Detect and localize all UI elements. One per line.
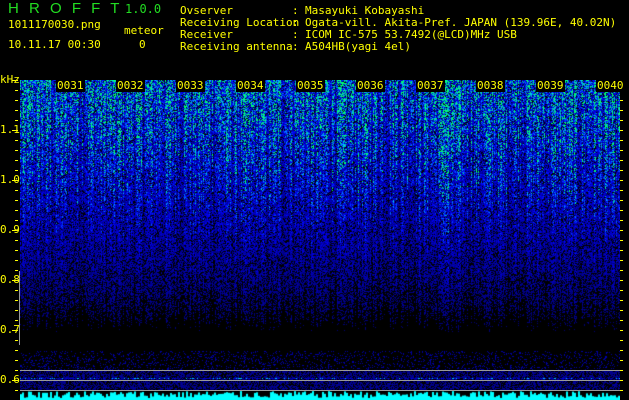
- axis-tick: [620, 270, 623, 271]
- axis-tick: [620, 300, 623, 301]
- axis-tick: [12, 230, 18, 231]
- time-label: 0037: [416, 79, 445, 92]
- axis-tick: [15, 200, 18, 201]
- datetime: 10.11.17 00:30: [8, 38, 101, 51]
- axis-tick: [15, 240, 18, 241]
- axis-tick: [620, 200, 623, 201]
- axis-tick: [620, 250, 623, 251]
- axis-tick: [620, 160, 623, 161]
- axis-tick: [15, 320, 18, 321]
- axis-tick: [620, 230, 623, 231]
- time-label: 0035: [296, 79, 325, 92]
- axis-tick: [620, 110, 623, 111]
- time-label: 0039: [536, 79, 565, 92]
- axis-tick: [620, 380, 623, 381]
- time-label: 0040: [596, 79, 625, 92]
- axis-tick: [15, 160, 18, 161]
- axis-tick: [15, 340, 18, 341]
- time-label: 0038: [476, 79, 505, 92]
- reference-line: [20, 390, 620, 391]
- meteor-label: meteor: [124, 24, 164, 37]
- axis-tick: [620, 190, 623, 191]
- axis-tick: [620, 210, 623, 211]
- axis-tick: [15, 190, 18, 191]
- axis-tick: [620, 280, 623, 281]
- axis-tick: [620, 340, 623, 341]
- info-value: A504HB(yagi 4el): [305, 40, 411, 53]
- axis-tick: [15, 350, 18, 351]
- time-label: 0031: [56, 79, 85, 92]
- info-label: Receiving antenna: [180, 40, 293, 53]
- hrofft-window: H R O F F T 1.0.0 1011170030.png 10.11.1…: [0, 0, 629, 400]
- axis-tick: [15, 310, 18, 311]
- axis-tick: [620, 320, 623, 321]
- axis-tick: [15, 100, 18, 101]
- axis-tick: [15, 210, 18, 211]
- axis-tick: [12, 330, 18, 331]
- axis-tick: [620, 240, 623, 241]
- spectrogram: [20, 80, 620, 400]
- axis-tick: [620, 350, 623, 351]
- axis-tick: [15, 90, 18, 91]
- axis-tick: [15, 360, 18, 361]
- axis-tick: [620, 360, 623, 361]
- axis-tick: [620, 220, 623, 221]
- axis-tick: [620, 290, 623, 291]
- time-label: 0033: [176, 79, 205, 92]
- axis-tick: [15, 220, 18, 221]
- axis-tick: [15, 290, 18, 291]
- axis-tick: [620, 140, 623, 141]
- app-version: 1.0.0: [125, 2, 162, 16]
- axis-tick: [15, 140, 18, 141]
- axis-tick: [15, 390, 18, 391]
- reference-line: [20, 370, 620, 371]
- axis-tick: [12, 180, 18, 181]
- axis-tick: [620, 130, 623, 131]
- time-label: 0032: [116, 79, 145, 92]
- info-colon: :: [292, 40, 299, 53]
- axis-tick: [12, 130, 18, 131]
- axis-tick: [12, 80, 18, 81]
- axis-tick: [15, 150, 18, 151]
- axis-tick: [620, 170, 623, 171]
- time-label: 0034: [236, 79, 265, 92]
- axis-tick: [12, 280, 18, 281]
- meteor-count: 0: [139, 38, 146, 51]
- axis-tick: [620, 390, 623, 391]
- time-label: 0036: [356, 79, 385, 92]
- axis-tick: [15, 270, 18, 271]
- axis-tick: [620, 370, 623, 371]
- axis-tick: [620, 120, 623, 121]
- reference-line: [20, 380, 620, 381]
- axis-tick: [12, 380, 18, 381]
- app-title: H R O F F T: [8, 0, 123, 17]
- axis-tick: [15, 120, 18, 121]
- axis-tick: [620, 260, 623, 261]
- axis-tick: [15, 250, 18, 251]
- axis-tick: [620, 150, 623, 151]
- axis-tick: [620, 310, 623, 311]
- axis-tick: [620, 180, 623, 181]
- axis-tick: [15, 300, 18, 301]
- filename: 1011170030.png: [8, 18, 101, 31]
- axis-tick: [15, 110, 18, 111]
- axis-tick: [15, 370, 18, 371]
- axis-tick: [15, 260, 18, 261]
- axis-tick: [620, 100, 623, 101]
- axis-tick: [620, 330, 623, 331]
- axis-tick: [15, 170, 18, 171]
